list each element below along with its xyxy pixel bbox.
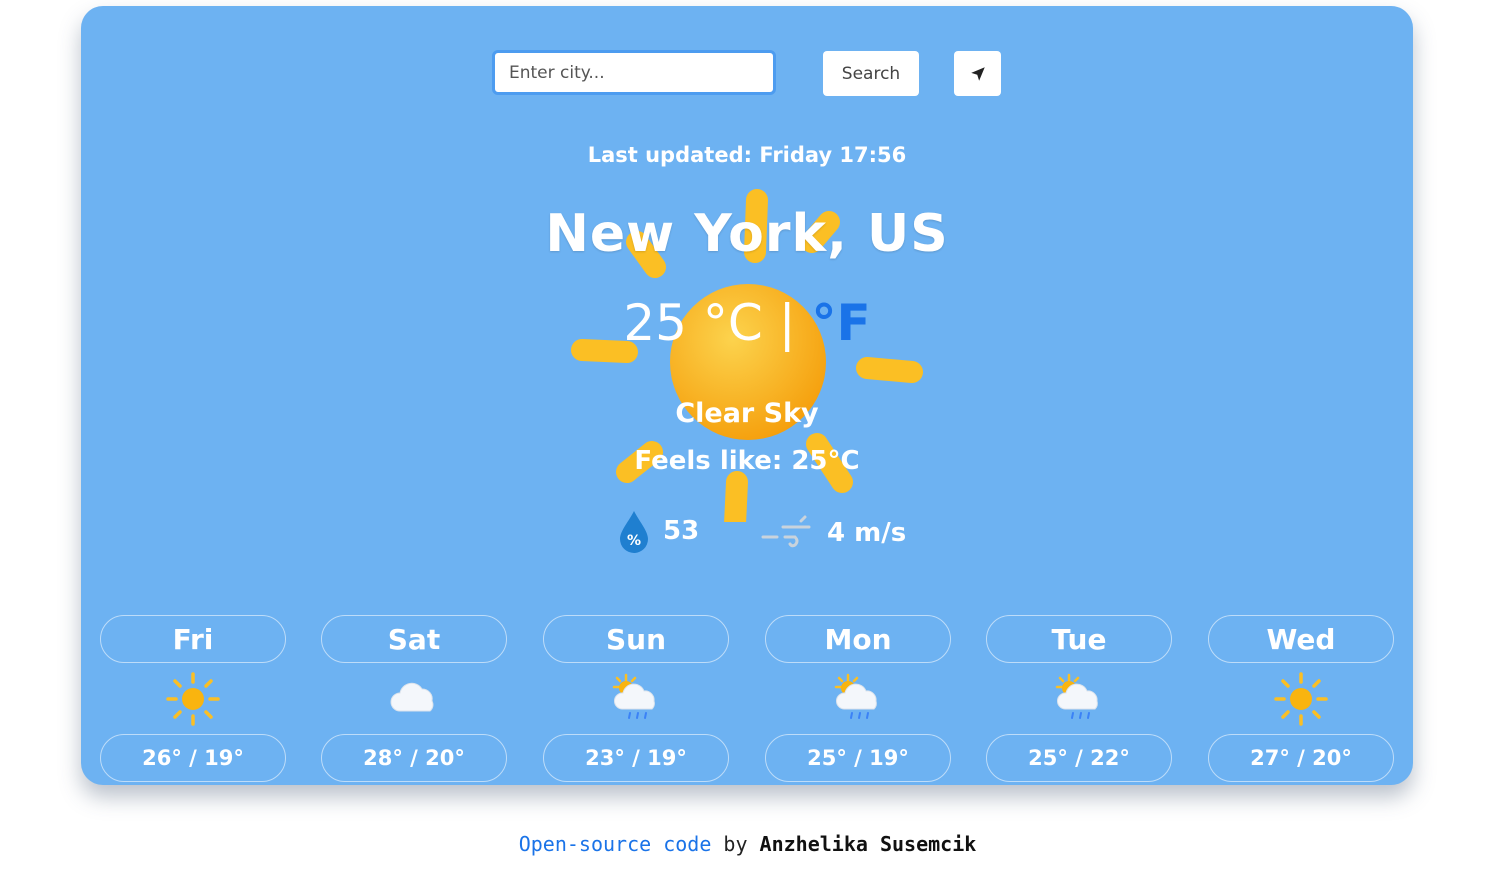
forecast-temp-range: 26° / 19°	[100, 734, 286, 782]
forecast-day-label: Sun	[543, 615, 729, 663]
forecast-day-4: Mon 25° / 19°	[765, 615, 951, 782]
search-button[interactable]: Search	[823, 51, 919, 96]
forecast-day-3: Sun 23° / 19°	[543, 615, 729, 782]
forecast-temp-range: 25° / 19°	[765, 734, 951, 782]
sun-cloud-rain-icon	[1055, 673, 1098, 719]
forecast-day-5: Tue 25° / 22°	[986, 615, 1172, 782]
feels-like: Feels like: 25°C	[634, 446, 860, 476]
humidity-drop-icon: %	[620, 511, 648, 553]
last-updated: Last updated: Friday 17:56	[587, 143, 907, 167]
temperature-display: 25 °C | °F	[81, 294, 1413, 352]
sun-icon	[166, 671, 220, 726]
sun-cloud-rain-icon	[834, 673, 877, 719]
unit-separator: |	[778, 294, 796, 352]
temperature-value: 25	[623, 294, 687, 352]
forecast-day-1: Fri 26° / 19°	[100, 615, 286, 782]
humidity-stat: % 53	[617, 509, 699, 553]
forecast-day-label: Sat	[321, 615, 507, 663]
forecast-day-label: Mon	[765, 615, 951, 663]
weather-card: Search Last updated: Friday 17:56 New Yo…	[81, 6, 1413, 785]
city-search-input[interactable]	[492, 50, 776, 95]
current-location-button[interactable]	[954, 51, 1001, 96]
sun-icon	[1274, 671, 1328, 726]
forecast-day-label: Wed	[1208, 615, 1394, 663]
footer-by: by	[723, 832, 748, 856]
forecast-temp-range: 28° / 20°	[321, 734, 507, 782]
location-arrow-icon	[970, 66, 985, 81]
source-code-link[interactable]: Open-source code	[519, 832, 712, 856]
forecast-day-6: Wed 27° / 20°	[1208, 615, 1394, 782]
svg-text:%: %	[627, 533, 641, 549]
wind-value: 4 m/s	[827, 518, 907, 548]
wind-icon	[761, 515, 811, 548]
forecast-temp-range: 23° / 19°	[543, 734, 729, 782]
forecast-day-label: Fri	[100, 615, 286, 663]
forecast-day-label: Tue	[986, 615, 1172, 663]
unit-celsius[interactable]: °C	[703, 294, 763, 352]
footer: Open-source code by Anzhelika Susemcik	[0, 832, 1495, 856]
sun-cloud-rain-icon	[612, 673, 655, 719]
humidity-value: 53	[663, 516, 700, 546]
author-name: Anzhelika Susemcik	[759, 832, 977, 856]
weather-description: Clear Sky	[675, 398, 819, 429]
city-name: New York, US	[545, 204, 949, 264]
forecast-temp-range: 27° / 20°	[1208, 734, 1394, 782]
forecast-day-2: Sat 28° / 20°	[321, 615, 507, 782]
wind-stat: 4 m/s	[759, 513, 906, 553]
unit-fahrenheit[interactable]: °F	[811, 294, 870, 352]
cloud-icon	[390, 682, 434, 711]
forecast-temp-range: 25° / 22°	[986, 734, 1172, 782]
